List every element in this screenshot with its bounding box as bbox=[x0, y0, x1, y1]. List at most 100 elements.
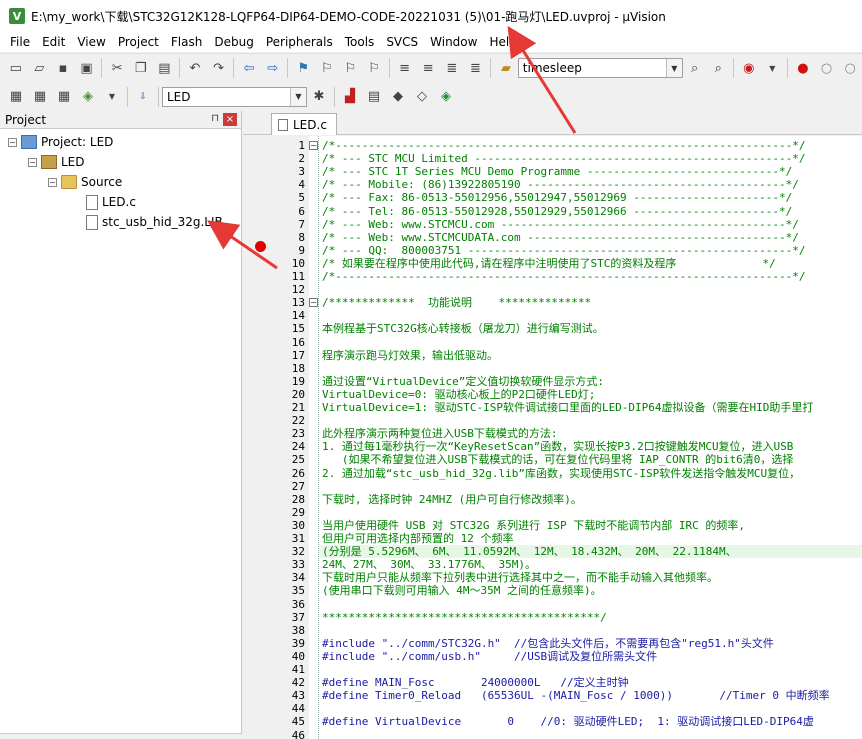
rebuild-icon[interactable]: ▦ bbox=[53, 86, 75, 108]
incremental-find-icon[interactable]: ⌕ bbox=[707, 57, 729, 79]
target-options-icon[interactable]: ✱ bbox=[308, 86, 330, 108]
line-number: 39 bbox=[291, 636, 305, 650]
fold-toggle-icon[interactable]: − bbox=[309, 141, 318, 150]
code-line: /************* 功能说明 ************** bbox=[322, 296, 592, 310]
line-number: 28 bbox=[291, 492, 305, 506]
code-line: /* 如果要在程序中使用此代码,请在程序中注明使用了STC的资料及程序 */ bbox=[322, 256, 776, 270]
tree-item-file[interactable]: LED.c bbox=[86, 192, 136, 212]
tree-item-target[interactable]: − LED bbox=[28, 152, 85, 172]
menu-svcs[interactable]: SVCS bbox=[380, 32, 424, 52]
save-icon[interactable]: ▪ bbox=[52, 57, 74, 79]
collapse-icon[interactable]: − bbox=[8, 137, 17, 147]
uncomment-icon[interactable]: ≣ bbox=[465, 57, 487, 79]
translate-icon[interactable]: ▦ bbox=[5, 86, 27, 108]
debug-session-icon[interactable]: ◉ bbox=[738, 57, 760, 79]
find-in-files-icon[interactable]: ▰ bbox=[495, 57, 517, 79]
code-line: (使用串口下载则可用输入 4M～35M 之间的任意频率)。 bbox=[322, 584, 602, 598]
save-all-icon[interactable]: ▣ bbox=[76, 57, 98, 79]
menu-tools[interactable]: Tools bbox=[339, 32, 381, 52]
line-number: 41 bbox=[291, 663, 305, 676]
line-number: 36 bbox=[291, 597, 305, 611]
tree-item-file[interactable]: stc_usb_hid_32g.LIB bbox=[86, 212, 223, 232]
debug-dropdown-icon[interactable]: ▼ bbox=[762, 57, 784, 79]
menu-help[interactable]: Help bbox=[483, 32, 522, 52]
code-line: 下载时, 选择时钟 24MHZ (用户可自行修改频率)。 bbox=[322, 492, 582, 506]
line-number: 18 bbox=[291, 361, 305, 375]
undo-icon[interactable]: ↶ bbox=[184, 57, 206, 79]
batch-dropdown-icon[interactable]: ▼ bbox=[101, 86, 123, 108]
menu-window[interactable]: Window bbox=[424, 32, 483, 52]
breakpoint-icon[interactable] bbox=[255, 241, 266, 252]
build-icon[interactable]: ▦ bbox=[29, 86, 51, 108]
code-line: /*--------------------------------------… bbox=[322, 139, 806, 152]
file-icon bbox=[86, 194, 98, 210]
toolbar-separator bbox=[388, 58, 390, 78]
collapse-icon[interactable]: − bbox=[28, 157, 37, 167]
line-number: 23 bbox=[291, 427, 305, 441]
manage-rte-icon[interactable]: ◈ bbox=[435, 86, 457, 108]
next-bookmark-icon[interactable]: ⚐ bbox=[340, 57, 362, 79]
open-file-icon[interactable]: ▱ bbox=[29, 57, 51, 79]
menu-peripherals[interactable]: Peripherals bbox=[260, 32, 339, 52]
find-icon[interactable]: ⌕ bbox=[684, 57, 706, 79]
menu-flash[interactable]: Flash bbox=[165, 32, 208, 52]
project-panel-header: Project ⊓ × bbox=[0, 111, 241, 129]
menu-project[interactable]: Project bbox=[112, 32, 165, 52]
indent-icon[interactable]: ≡ bbox=[394, 57, 416, 79]
line-number: 32 bbox=[291, 545, 305, 559]
new-file-icon[interactable]: ▭ bbox=[5, 57, 27, 79]
navigate-forward-icon[interactable]: ⇨ bbox=[262, 57, 284, 79]
manage-project-items-icon[interactable]: ▟ bbox=[339, 86, 361, 108]
cut-icon[interactable]: ✂ bbox=[106, 57, 128, 79]
file-toolbar: ▭ ▱ ▪ ▣ ✂ ❐ ▤ ↶ ↷ ⇦ ⇨ ⚑ ⚐ ⚐ ⚐ ≡ ≡ ≣ ≣ ▰ … bbox=[0, 53, 862, 82]
paste-icon[interactable]: ▤ bbox=[154, 57, 176, 79]
tab-led-c[interactable]: LED.c bbox=[271, 113, 337, 135]
enable-breakpoint-icon[interactable]: ○ bbox=[816, 57, 838, 79]
toolbar-separator bbox=[158, 86, 159, 107]
code-editor[interactable]: /*--------------------------------------… bbox=[319, 136, 862, 739]
download-load-icon[interactable]: ⇩ bbox=[132, 86, 154, 108]
navigate-back-icon[interactable]: ⇦ bbox=[238, 57, 260, 79]
fold-margin[interactable]: − − bbox=[309, 136, 319, 739]
comment-icon[interactable]: ≣ bbox=[441, 57, 463, 79]
target-combo[interactable]: LED ▼ bbox=[162, 86, 307, 107]
code-line: 本例程基于STC32G核心转接板（屠龙刀）进行编写测试。 bbox=[322, 322, 604, 336]
clear-bookmarks-icon[interactable]: ⚐ bbox=[363, 57, 385, 79]
chevron-down-icon[interactable]: ▼ bbox=[665, 59, 682, 77]
unindent-icon[interactable]: ≡ bbox=[417, 57, 439, 79]
insert-breakpoint-icon[interactable]: ● bbox=[792, 57, 814, 79]
code-line: 但用户可用选择内部预置的 12 个频率 bbox=[322, 532, 514, 545]
menu-view[interactable]: View bbox=[71, 32, 111, 52]
line-number: 8 bbox=[298, 230, 305, 244]
bookmark-icon[interactable]: ⚑ bbox=[292, 57, 314, 79]
fold-toggle-icon[interactable]: − bbox=[309, 298, 318, 308]
select-software-packs-icon[interactable]: ◆ bbox=[387, 86, 409, 108]
line-number: 43 bbox=[291, 689, 305, 703]
tree-item-project[interactable]: − Project: LED bbox=[8, 132, 113, 152]
batch-build-icon[interactable]: ◈ bbox=[77, 86, 99, 108]
tree-item-source-group[interactable]: − Source bbox=[48, 172, 122, 192]
menu-edit[interactable]: Edit bbox=[36, 32, 71, 52]
panel-bottom-tabs bbox=[0, 733, 242, 739]
line-number-gutter[interactable]: 1 2 3 4 5 6 7 8 9 10 11 12 13 14 15 16 17 18 19 20 21 22 23 24 2… bbox=[243, 136, 309, 739]
code-line: #include "../comm/usb.h" //USB调试及复位所需头文件 bbox=[322, 649, 658, 663]
chevron-down-icon[interactable]: ▼ bbox=[290, 87, 306, 106]
menu-file[interactable]: File bbox=[4, 32, 36, 52]
line-number: 42 bbox=[291, 676, 305, 690]
find-combo[interactable]: timesleep ▼ bbox=[517, 58, 683, 78]
close-icon[interactable]: × bbox=[223, 113, 237, 126]
pack-installer-icon[interactable]: ◇ bbox=[411, 86, 433, 108]
disable-breakpoints-icon[interactable]: ○ bbox=[839, 57, 861, 79]
redo-icon[interactable]: ↷ bbox=[208, 57, 230, 79]
pin-icon[interactable]: ⊓ bbox=[211, 113, 219, 124]
prev-bookmark-icon[interactable]: ⚐ bbox=[316, 57, 338, 79]
manage-components-icon[interactable]: ▤ bbox=[363, 86, 385, 108]
collapse-icon[interactable]: − bbox=[48, 177, 57, 187]
menu-debug[interactable]: Debug bbox=[208, 32, 259, 52]
toolbar-separator bbox=[287, 58, 289, 78]
line-number: 12 bbox=[291, 283, 305, 297]
line-number: 22 bbox=[291, 414, 305, 428]
copy-icon[interactable]: ❐ bbox=[130, 57, 152, 79]
